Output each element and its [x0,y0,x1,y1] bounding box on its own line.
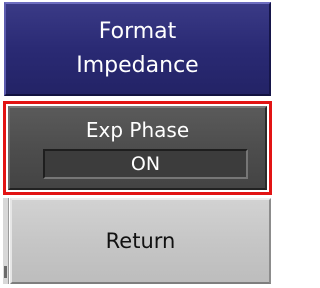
return-button[interactable]: Return [10,198,271,284]
exp-phase-button-face: Exp Phase ON [8,106,267,190]
format-impedance-label-line2: Impedance [76,53,199,78]
exp-phase-label: Exp Phase [85,118,190,142]
edge-tick-mark [4,266,7,278]
format-impedance-label-line1: Format [98,19,177,44]
format-impedance-button[interactable]: Format Impedance [4,2,271,96]
exp-phase-button[interactable]: Exp Phase ON [3,101,272,195]
softkey-panel: Format Impedance Exp Phase ON Return [0,0,275,288]
exp-phase-value-field: ON [43,149,248,179]
